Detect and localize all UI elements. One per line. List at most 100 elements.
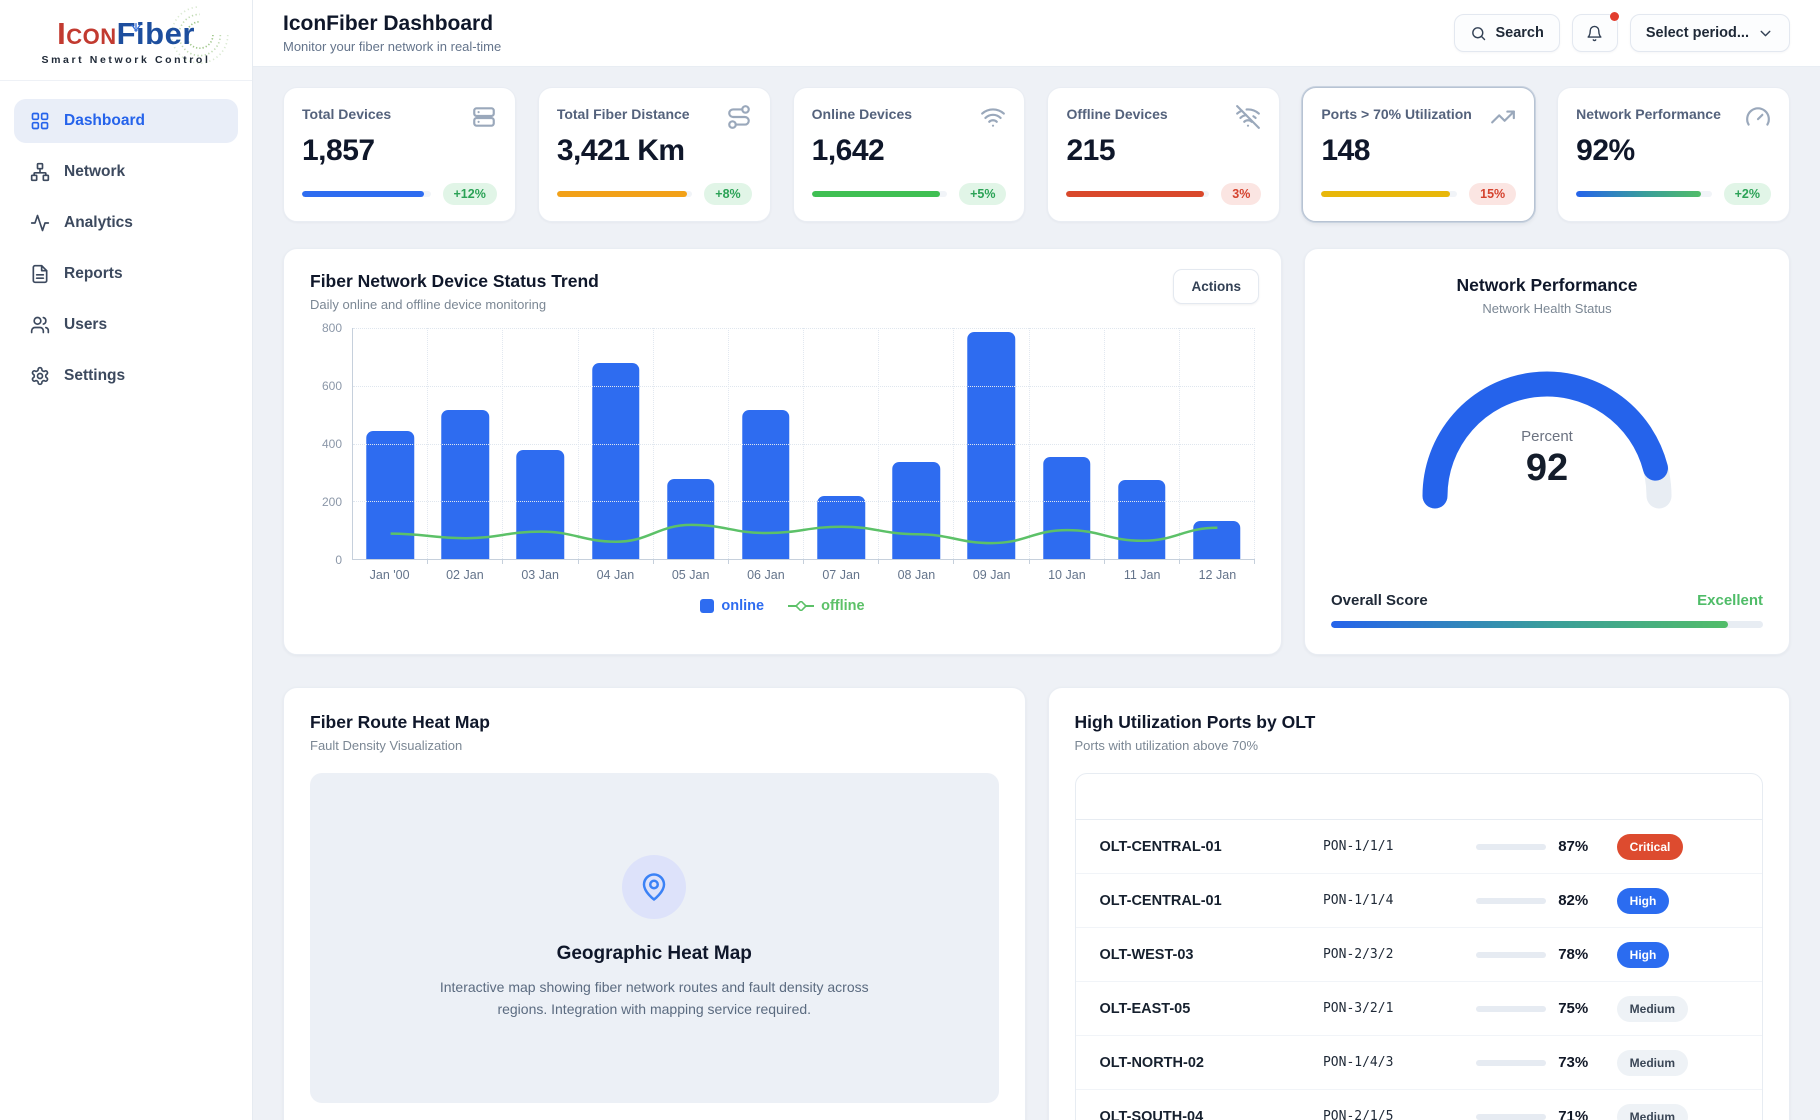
gridline bbox=[353, 328, 1255, 329]
sidebar-item[interactable]: Reports bbox=[14, 252, 238, 296]
table-row[interactable]: OLT-CENTRAL-01 PON-1/1/4 82% High bbox=[1076, 874, 1763, 928]
status-badge: Medium bbox=[1617, 996, 1688, 1022]
sidebar-menu: Dashboard Network Analytics Reports User… bbox=[0, 81, 252, 423]
legend-item-online[interactable]: online bbox=[700, 598, 764, 614]
table-row[interactable]: OLT-SOUTH-04 PON-2/1/5 71% Medium bbox=[1076, 1090, 1763, 1120]
table-header-row bbox=[1076, 774, 1763, 820]
file-text-icon bbox=[30, 264, 50, 284]
stat-card[interactable]: Online Devices 1,642 +5% bbox=[793, 87, 1026, 222]
status-cell: Medium bbox=[1617, 1104, 1738, 1120]
gauge-value: 92 bbox=[1387, 447, 1707, 490]
port-id-cell: PON-3/2/1 bbox=[1323, 1001, 1476, 1016]
search-button[interactable]: Search bbox=[1454, 14, 1559, 52]
stat-card[interactable]: Total Devices 1,857 +12% bbox=[283, 87, 516, 222]
status-cell: Medium bbox=[1617, 996, 1738, 1022]
table-body: OLT-CENTRAL-01 PON-1/1/1 87% Critical bbox=[1076, 820, 1763, 1120]
header-titles: IconFiber Dashboard Monitor your fiber n… bbox=[283, 12, 501, 54]
gauge-card-title: Network Performance bbox=[1457, 275, 1638, 296]
stat-progress-bar bbox=[1576, 191, 1711, 197]
stat-trend-badge: +8% bbox=[704, 183, 751, 205]
bar-online bbox=[742, 410, 789, 559]
sidebar-item[interactable]: Dashboard bbox=[14, 99, 238, 143]
gauge-label: Percent bbox=[1387, 428, 1707, 445]
status-badge: Medium bbox=[1617, 1104, 1688, 1120]
utilization-percent: 82% bbox=[1558, 892, 1588, 909]
performance-gauge: Percent 92 bbox=[1387, 344, 1707, 514]
main-area: IconFiber Dashboard Monitor your fiber n… bbox=[253, 0, 1820, 1120]
sidebar-item[interactable]: Analytics bbox=[14, 201, 238, 245]
period-select[interactable]: Select period... bbox=[1630, 14, 1790, 52]
sidebar-item[interactable]: Users bbox=[14, 303, 238, 347]
stat-progress-bar bbox=[1066, 191, 1209, 197]
chart-subtitle: Daily online and offline device monitori… bbox=[310, 297, 1255, 312]
x-tick-label: 10 Jan bbox=[1029, 568, 1104, 582]
heatmap-placeholder-title: Geographic Heat Map bbox=[557, 943, 752, 965]
score-progress-track bbox=[1331, 621, 1763, 628]
x-tick-label: Jan '00 bbox=[352, 568, 427, 582]
ports-table: OLT-CENTRAL-01 PON-1/1/1 87% Critical bbox=[1075, 773, 1764, 1120]
stat-value: 92% bbox=[1576, 134, 1771, 168]
chart-title: Fiber Network Device Status Trend bbox=[310, 271, 1255, 292]
page-title: IconFiber Dashboard bbox=[283, 12, 501, 36]
map-pin-icon bbox=[639, 872, 669, 902]
sidebar-item[interactable]: Network bbox=[14, 150, 238, 194]
gauge-card-subtitle: Network Health Status bbox=[1482, 301, 1611, 316]
actions-button[interactable]: Actions bbox=[1173, 269, 1259, 304]
utilization-cell: 82% bbox=[1476, 892, 1616, 909]
network-performance-card: Network Performance Network Health Statu… bbox=[1304, 248, 1790, 655]
heatmap-placeholder-text: Interactive map showing fiber network ro… bbox=[420, 977, 889, 1020]
notification-dot bbox=[1610, 12, 1619, 21]
sidebar-item[interactable]: Settings bbox=[14, 354, 238, 398]
stat-trend-badge: 15% bbox=[1469, 183, 1516, 205]
port-id-cell: PON-1/4/3 bbox=[1323, 1055, 1476, 1070]
middle-row: Fiber Network Device Status Trend Daily … bbox=[283, 248, 1790, 655]
status-cell: Medium bbox=[1617, 1050, 1738, 1076]
stat-card[interactable]: Total Fiber Distance 3,421 Km +8% bbox=[538, 87, 771, 222]
legend-item-offline[interactable]: offline bbox=[788, 598, 865, 614]
dashboard-content: Total Devices 1,857 +12% Total Fiber Dis… bbox=[253, 67, 1820, 1120]
x-tick-label: 05 Jan bbox=[653, 568, 728, 582]
ports-table-title: High Utilization Ports by OLT bbox=[1075, 712, 1764, 733]
bar-online bbox=[667, 479, 714, 559]
bar-online bbox=[893, 462, 940, 559]
grid-icon bbox=[30, 111, 50, 131]
table-row[interactable]: OLT-NORTH-02 PON-1/4/3 73% Medium bbox=[1076, 1036, 1763, 1090]
gridline bbox=[353, 444, 1255, 445]
score-progress-fill bbox=[1331, 621, 1728, 628]
status-cell: Critical bbox=[1617, 834, 1738, 860]
table-row[interactable]: OLT-EAST-05 PON-3/2/1 75% Medium bbox=[1076, 982, 1763, 1036]
x-tick-label: 12 Jan bbox=[1180, 568, 1255, 582]
bar-online bbox=[1118, 480, 1165, 559]
stat-card[interactable]: Network Performance 92% +2% bbox=[1557, 87, 1790, 222]
legend-label: offline bbox=[821, 598, 865, 614]
table-row[interactable]: OLT-CENTRAL-01 PON-1/1/1 87% Critical bbox=[1076, 820, 1763, 874]
wifi-off-icon bbox=[1235, 104, 1261, 130]
stat-label: Ports > 70% Utilization bbox=[1321, 104, 1472, 122]
table-row[interactable]: OLT-WEST-03 PON-2/3/2 78% High bbox=[1076, 928, 1763, 982]
score-label: Overall Score bbox=[1331, 592, 1428, 609]
stat-trend-badge: +12% bbox=[443, 183, 497, 205]
stat-value: 1,857 bbox=[302, 134, 497, 168]
logo-text: IconFiber bbox=[0, 16, 252, 52]
search-icon bbox=[1470, 25, 1487, 42]
trend-x-axis: Jan '0002 Jan03 Jan04 Jan05 Jan06 Jan07 … bbox=[352, 568, 1255, 582]
utilization-cell: 78% bbox=[1476, 946, 1616, 963]
notifications-button[interactable] bbox=[1572, 14, 1618, 52]
period-label: Select period... bbox=[1646, 25, 1749, 41]
olt-name-cell: OLT-WEST-03 bbox=[1100, 947, 1323, 963]
utilization-bar-track bbox=[1476, 1114, 1546, 1120]
utilization-percent: 78% bbox=[1558, 946, 1588, 963]
utilization-bar-track bbox=[1476, 1060, 1546, 1066]
stat-card[interactable]: Offline Devices 215 3% bbox=[1047, 87, 1280, 222]
sidebar-item-label: Users bbox=[64, 316, 107, 334]
stat-progress-bar bbox=[1321, 191, 1457, 197]
utilization-percent: 73% bbox=[1558, 1054, 1588, 1071]
legend-label: online bbox=[721, 598, 764, 614]
map-pin-badge bbox=[622, 855, 686, 919]
trend-y-axis: 0200400600800 bbox=[310, 328, 352, 560]
trend-plot bbox=[352, 328, 1255, 560]
stat-card[interactable]: Ports > 70% Utilization 148 15% bbox=[1302, 87, 1535, 222]
heatmap-subtitle: Fault Density Visualization bbox=[310, 738, 999, 753]
y-tick-label: 600 bbox=[322, 379, 342, 393]
status-cell: High bbox=[1617, 888, 1738, 914]
